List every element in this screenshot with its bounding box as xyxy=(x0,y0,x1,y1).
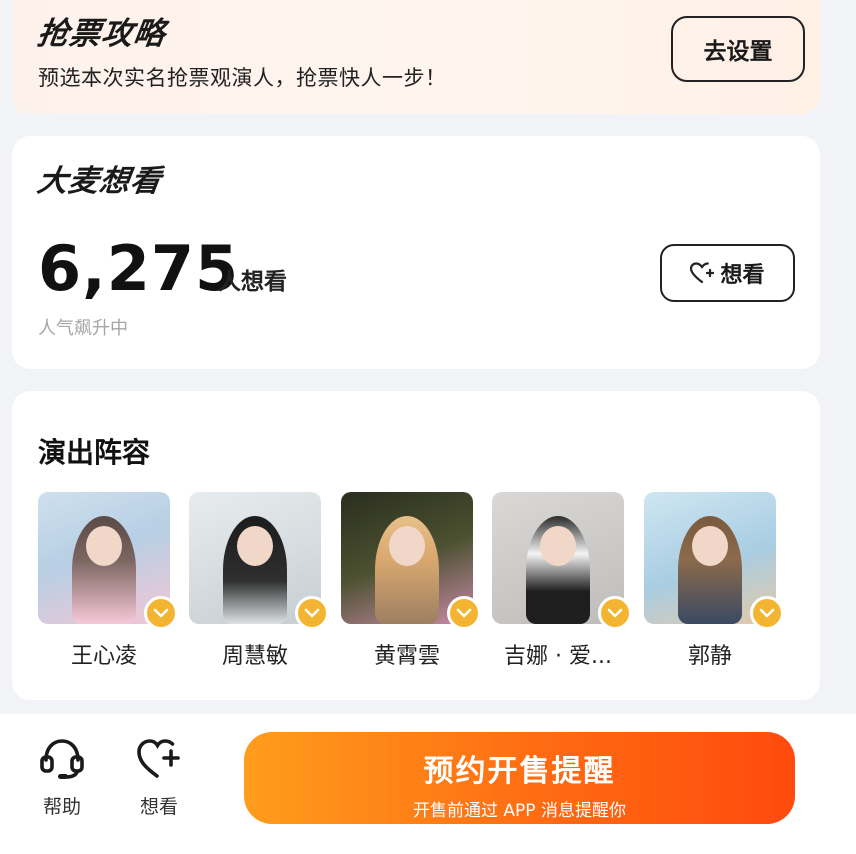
artist-photo xyxy=(341,492,481,630)
heart-plus-icon xyxy=(137,739,180,778)
artist-photo xyxy=(644,492,784,630)
artist-name: 王心凌 xyxy=(70,644,137,669)
artist-photo xyxy=(189,492,329,630)
want-button[interactable]: 想看 xyxy=(660,244,795,302)
want-to-see-card: 大麦想看 6,275 人想看 人气飙升中 想看 xyxy=(12,136,820,369)
heart-plus-icon xyxy=(690,262,715,284)
artist-name: 周慧敏 xyxy=(221,644,288,669)
headset-icon xyxy=(40,739,84,779)
artist-name: 吉娜 · 爱... xyxy=(504,644,612,669)
artist-photo xyxy=(492,492,632,630)
reserve-sale-reminder-button[interactable]: 预约开售提醒 开售前通过 APP 消息提醒你 xyxy=(244,732,795,824)
artist-photo xyxy=(38,492,178,630)
lineup-title: 演出阵容 xyxy=(38,436,151,469)
artist-item[interactable]: 周慧敏 xyxy=(189,492,329,670)
want-label: 想看 xyxy=(139,796,178,818)
bottom-action-bar: 帮助 想看 预约开售提醒 开售前通过 APP 消息提醒你 xyxy=(0,714,856,854)
want-title-text: 大麦想看 xyxy=(35,164,164,199)
artist-item[interactable]: 郭静 xyxy=(644,492,784,670)
artist-item[interactable]: 王心凌 xyxy=(38,492,178,670)
want-title: 大麦想看 xyxy=(35,156,165,200)
bottom-want-button[interactable]: 想看 xyxy=(124,736,194,819)
artist-name: 黄霄雲 xyxy=(373,644,440,669)
reserve-sublabel: 开售前通过 APP 消息提醒你 xyxy=(413,801,626,821)
artist-name: 郭静 xyxy=(687,644,732,669)
chevron-down-icon xyxy=(447,596,481,630)
strategy-subtitle: 预选本次实名抢票观演人，抢票快人一步！ xyxy=(38,66,447,90)
lineup-card: 演出阵容 王心凌 周慧敏 黄霄雲 吉娜 · 爱... 郭静 xyxy=(12,391,820,700)
chevron-down-icon xyxy=(598,596,632,630)
help-button[interactable]: 帮助 xyxy=(27,736,97,819)
artist-item[interactable]: 黄霄雲 xyxy=(341,492,481,670)
want-count-suffix: 人想看 xyxy=(218,269,287,295)
want-count: 6,275 xyxy=(38,232,240,305)
chevron-down-icon xyxy=(750,596,784,630)
want-button-label: 想看 xyxy=(720,263,765,288)
strategy-title: 抢票攻略 xyxy=(34,16,169,52)
ticket-strategy-card: 抢票攻略 预选本次实名抢票观演人，抢票快人一步！ 去设置 xyxy=(12,0,820,114)
chevron-down-icon xyxy=(144,596,178,630)
chevron-down-icon xyxy=(295,596,329,630)
go-settings-button[interactable]: 去设置 xyxy=(671,16,805,82)
artist-item[interactable]: 吉娜 · 爱... xyxy=(492,492,632,670)
reserve-label: 预约开售提醒 xyxy=(423,754,616,789)
popularity-status: 人气飙升中 xyxy=(38,318,128,339)
help-label: 帮助 xyxy=(42,796,81,818)
